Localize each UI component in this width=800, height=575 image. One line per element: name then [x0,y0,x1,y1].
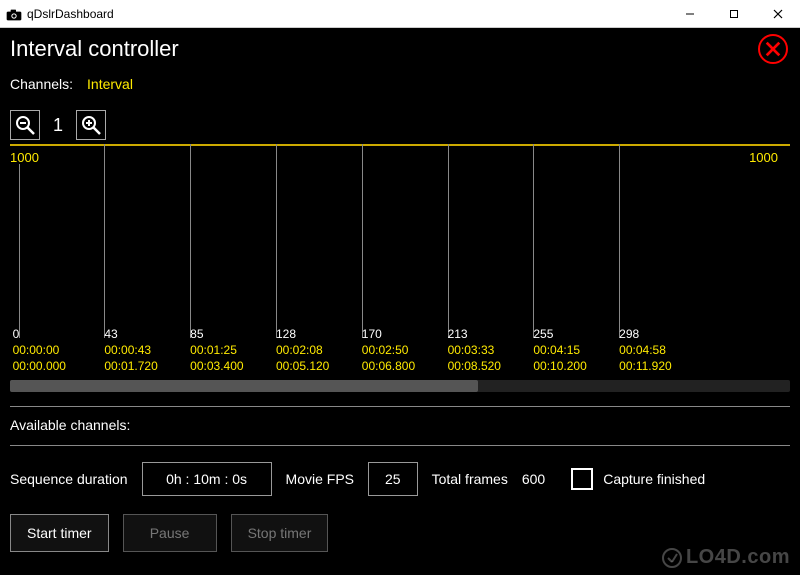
tick-frame: 255 [533,326,586,342]
zoom-out-button[interactable] [10,110,40,140]
app-icon [6,8,22,20]
timeline-tick-label: 12800:02:0800:05.120 [276,326,329,374]
tick-seconds: 00:03.400 [190,358,243,374]
channels-label: Channels: [10,76,73,92]
tick-frame: 0 [13,326,66,342]
timeline-tick-label: 000:00:0000:00.000 [13,326,66,374]
tick-timecode: 00:04:15 [533,342,586,358]
tick-seconds: 00:06.800 [362,358,415,374]
tick-frame: 85 [190,326,243,342]
timeline-tick [104,144,105,338]
tick-timecode: 00:04:58 [619,342,672,358]
divider [10,406,790,407]
timeline-tick [276,144,277,338]
tick-seconds: 00:10.200 [533,358,586,374]
timeline-tick-label: 4300:00:4300:01.720 [104,326,157,374]
tick-frame: 213 [448,326,501,342]
pause-button[interactable]: Pause [123,514,217,552]
start-timer-button[interactable]: Start timer [10,514,109,552]
tick-seconds: 00:11.920 [619,358,672,374]
tick-timecode: 00:03:33 [448,342,501,358]
total-frames-label: Total frames [432,471,508,487]
page-title: Interval controller [10,36,790,62]
timeline-tick-label: 17000:02:5000:06.800 [362,326,415,374]
movie-fps-value[interactable]: 25 [368,462,418,496]
available-channels-label: Available channels: [10,417,790,433]
tick-timecode: 00:01:25 [190,342,243,358]
timeline-tick [448,144,449,338]
zoom-level-value: 1 [46,115,70,136]
total-frames-value: 600 [522,471,545,487]
tick-timecode: 00:00:00 [13,342,66,358]
tick-frame: 128 [276,326,329,342]
movie-fps-label: Movie FPS [286,471,354,487]
timeline-tick [533,144,534,338]
timeline-tick [19,164,20,338]
tick-timecode: 00:02:08 [276,342,329,358]
window-title: qDslrDashboard [27,7,668,21]
tick-seconds: 00:05.120 [276,358,329,374]
sequence-duration-label: Sequence duration [10,471,128,487]
timeline-tick-label: 25500:04:1500:10.200 [533,326,586,374]
tick-timecode: 00:02:50 [362,342,415,358]
tick-seconds: 00:01.720 [104,358,157,374]
sequence-duration-value[interactable]: 0h : 10m : 0s [142,462,272,496]
close-panel-button[interactable] [758,34,788,64]
window-close-button[interactable] [756,0,800,28]
tick-frame: 43 [104,326,157,342]
capture-finished-label: Capture finished [603,471,705,487]
divider [10,445,790,446]
tick-frame: 170 [362,326,415,342]
timeline[interactable]: 1000 1000 000:00:0000:00.0004300:00:4300… [10,144,790,374]
timeline-tick-label: 8500:01:2500:03.400 [190,326,243,374]
window-minimize-button[interactable] [668,0,712,28]
timeline-tick [362,144,363,338]
tick-seconds: 00:00.000 [13,358,66,374]
stop-timer-button[interactable]: Stop timer [231,514,329,552]
capture-finished-checkbox[interactable] [571,468,593,490]
timeline-tick-label: 29800:04:5800:11.920 [619,326,672,374]
tick-frame: 298 [619,326,672,342]
timeline-tick [619,144,620,338]
timeline-scrollbar-thumb[interactable] [10,380,478,392]
channels-active[interactable]: Interval [87,76,133,92]
timeline-tick [190,144,191,338]
window-titlebar: qDslrDashboard [0,0,800,28]
timeline-scrollbar[interactable] [10,380,790,392]
watermark: LO4D.com [662,546,790,569]
timeline-tick-label: 21300:03:3300:08.520 [448,326,501,374]
zoom-in-button[interactable] [76,110,106,140]
tick-seconds: 00:08.520 [448,358,501,374]
tick-timecode: 00:00:43 [104,342,157,358]
window-maximize-button[interactable] [712,0,756,28]
